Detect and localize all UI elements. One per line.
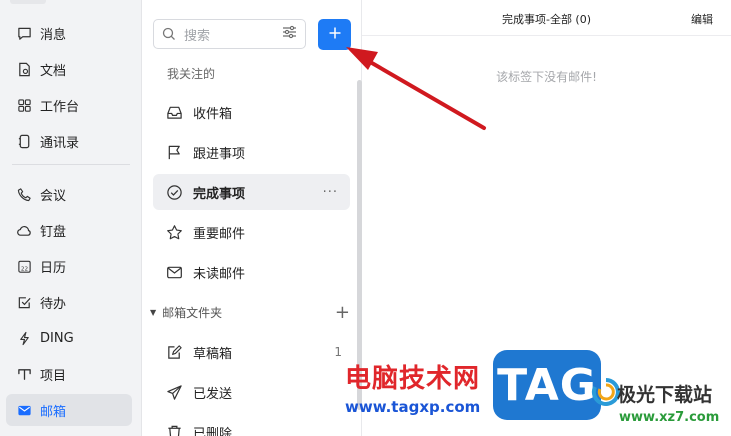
nav-item-ding[interactable]: DING [6, 322, 132, 354]
nav-label: 钉盘 [40, 224, 67, 240]
nav-item-messages[interactable]: 消息 [6, 17, 132, 49]
nav-item-documents[interactable]: 文档 [6, 53, 132, 85]
folder-completed[interactable]: 完成事项 ··· [153, 174, 350, 210]
draft-count: 1 [334, 345, 342, 359]
search-box[interactable]: 搜索 [153, 19, 306, 49]
folder-inbox[interactable]: 收件箱 [153, 94, 350, 130]
folder-label: 草稿箱 [193, 346, 233, 362]
add-folder-button[interactable]: + [335, 302, 350, 323]
nav-item-workbench[interactable]: 工作台 [6, 89, 132, 121]
followed-section-label: 我关注的 [167, 67, 216, 81]
nav-label: 邮箱 [40, 404, 67, 420]
trash-icon [165, 423, 183, 436]
folder-label: 完成事项 [193, 186, 246, 202]
inbox-icon [165, 103, 183, 121]
filter-icon[interactable] [282, 25, 297, 43]
nav-item-mail[interactable]: 邮箱 [6, 394, 132, 426]
watermark-logo: TAG [493, 350, 601, 420]
folder-label: 收件箱 [193, 106, 233, 122]
document-icon [16, 61, 32, 77]
nav-label: DING [40, 330, 74, 346]
check-circle-icon [165, 183, 183, 201]
cloud-drive-icon [16, 222, 32, 238]
folder-follow-up[interactable]: 跟进事项 [153, 134, 350, 170]
send-icon [165, 383, 183, 401]
workbench-icon [16, 97, 32, 113]
folder-label: 跟进事项 [193, 146, 246, 162]
search-icon [162, 27, 176, 41]
flag-icon [165, 143, 183, 161]
folder-label: 已发送 [193, 386, 233, 402]
app-navigation: 消息 文档 工作台 通讯录 会议 钉盘 22 日历 待办 DING 项目 邮箱 [0, 0, 142, 436]
folder-important[interactable]: 重要邮件 [153, 214, 350, 250]
watermark-site-name: 极光下载站 [617, 384, 713, 406]
draft-icon [165, 343, 183, 361]
message-icon [16, 25, 32, 41]
caret-down-icon: ▼ [150, 307, 157, 317]
project-icon [16, 366, 32, 382]
nav-label: 消息 [40, 27, 67, 43]
empty-state-text: 该标签下没有邮件! [496, 70, 597, 84]
svg-text:22: 22 [20, 266, 27, 272]
nav-top-edge [10, 0, 46, 4]
folder-label: 重要邮件 [193, 226, 246, 242]
new-mail-button[interactable] [318, 19, 351, 50]
envelope-icon [165, 263, 183, 281]
nav-item-todo[interactable]: 待办 [6, 286, 132, 318]
folder-label: 已删除 [193, 426, 233, 436]
mailbox-folder-label: 邮箱文件夹 [162, 305, 223, 320]
nav-label: 通讯录 [40, 135, 80, 151]
mailbox-folder-header[interactable]: ▼ 邮箱文件夹 + [150, 302, 350, 323]
more-options-button[interactable]: ··· [323, 185, 338, 200]
nav-item-meeting[interactable]: 会议 [6, 178, 132, 210]
meeting-icon [16, 186, 32, 202]
edit-button[interactable]: 编辑 [691, 11, 713, 27]
star-icon [165, 223, 183, 241]
nav-item-contacts[interactable]: 通讯录 [6, 125, 132, 157]
folder-label: 未读邮件 [193, 266, 246, 282]
nav-label: 文档 [40, 63, 67, 79]
folder-drafts[interactable]: 草稿箱 1 [153, 334, 350, 370]
watermark-text: 电脑技术网 [345, 364, 481, 394]
nav-item-project[interactable]: 项目 [6, 358, 132, 390]
nav-item-calendar[interactable]: 22 日历 [6, 250, 132, 282]
mail-icon [16, 402, 32, 418]
nav-label: 工作台 [40, 99, 80, 115]
nav-label: 待办 [40, 296, 67, 312]
search-input[interactable]: 搜索 [184, 25, 282, 44]
nav-divider [12, 164, 130, 165]
folder-deleted[interactable]: 已删除 [153, 414, 350, 436]
watermark-site-url: www.xz7.com [619, 410, 720, 425]
folder-unread[interactable]: 未读邮件 [153, 254, 350, 290]
nav-item-cloud-drive[interactable]: 钉盘 [6, 214, 132, 246]
mail-list-title[interactable]: 完成事项-全部 (0) [362, 11, 731, 27]
calendar-icon: 22 [16, 258, 32, 274]
nav-label: 会议 [40, 188, 67, 204]
mail-folder-panel: 搜索 我关注的 收件箱 跟进事项 完成事项 ··· 重要邮件 未读邮件 ▼ 邮箱… [142, 0, 362, 436]
watermark-url: www.tagxp.com [345, 398, 481, 416]
mail-list-header: 完成事项-全部 (0) 编辑 [362, 0, 731, 36]
nav-label: 日历 [40, 260, 67, 276]
ding-icon [16, 330, 32, 346]
plus-icon [328, 26, 342, 44]
todo-icon [16, 294, 32, 310]
nav-label: 项目 [40, 368, 67, 384]
folder-sent[interactable]: 已发送 [153, 374, 350, 410]
contacts-icon [16, 133, 32, 149]
